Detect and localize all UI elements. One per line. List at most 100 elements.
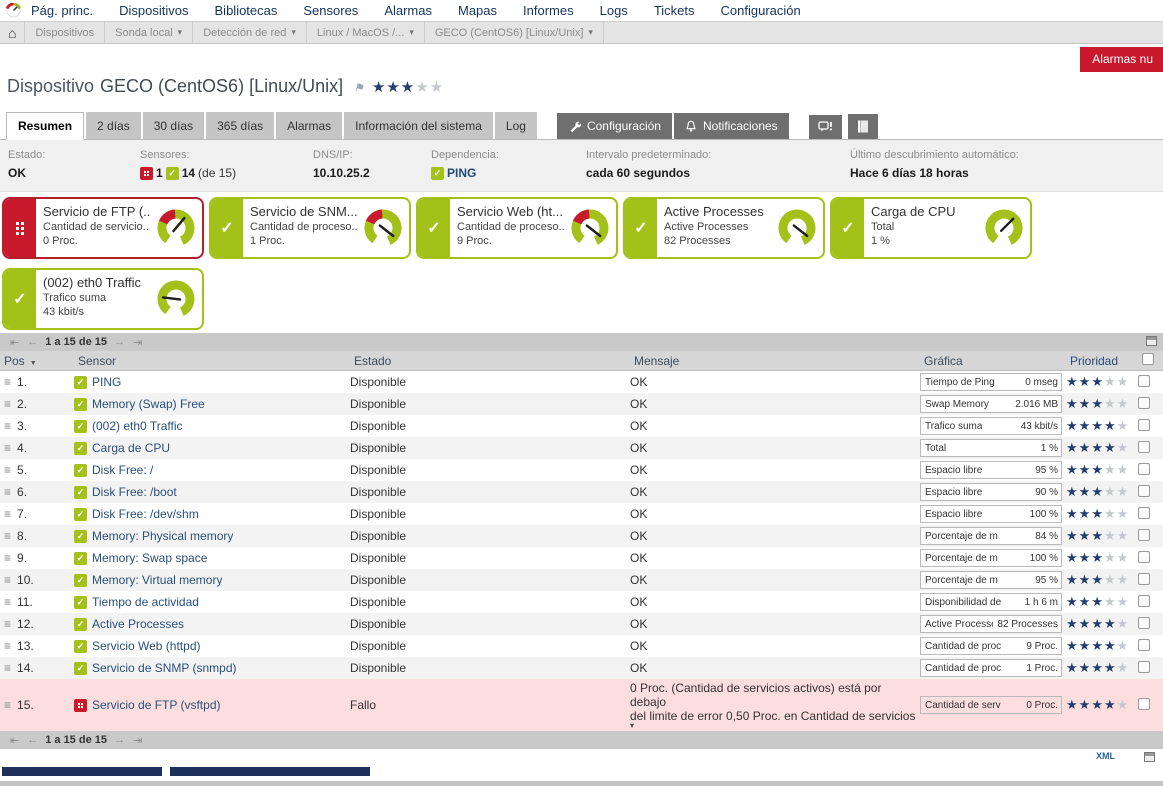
breadcrumb-dispositivos[interactable]: Dispositivos — [25, 22, 106, 43]
nav-item-p-g-princ[interactable]: Pág. princ. — [31, 3, 93, 18]
priority-stars[interactable]: ★★★★★ — [1066, 697, 1138, 713]
sensor-link[interactable]: Active Processes — [92, 617, 184, 631]
drag-handle-icon[interactable]: ≡ — [4, 617, 11, 631]
priority-stars[interactable]: ★★★★★ — [1066, 638, 1138, 654]
tab-device-log[interactable] — [847, 114, 878, 139]
drag-handle-icon[interactable]: ≡ — [4, 507, 11, 521]
row-checkbox[interactable] — [1138, 616, 1150, 629]
tab-log[interactable]: Log — [494, 112, 537, 139]
priority-stars[interactable]: ★★★★★ — [1066, 396, 1138, 412]
priority-stars[interactable]: ★★★★★ — [1066, 418, 1138, 434]
sensor-link[interactable]: Tiempo de actividad — [92, 595, 199, 609]
tab-alarmas[interactable]: Alarmas — [276, 112, 343, 139]
sensor-link[interactable]: Servicio de FTP (vsftpd) — [92, 698, 220, 712]
priority-stars[interactable]: ★★★★★ — [1066, 572, 1138, 588]
prev-page-icon[interactable]: ← — [27, 734, 38, 746]
nav-item-informes[interactable]: Informes — [523, 3, 574, 18]
nav-item-alarmas[interactable]: Alarmas — [384, 3, 432, 18]
row-checkbox[interactable] — [1138, 374, 1150, 387]
tab-2-d-as[interactable]: 2 días — [86, 112, 141, 139]
drag-handle-icon[interactable]: ≡ — [4, 529, 11, 543]
first-page-icon[interactable]: ⇤ — [10, 336, 19, 349]
sensor-link[interactable]: Servicio de SNMP (snmpd) — [92, 661, 237, 675]
priority-stars[interactable]: ★★★★★ — [1066, 374, 1138, 390]
priority-stars[interactable]: ★★★★★ — [1066, 462, 1138, 478]
row-checkbox[interactable] — [1138, 440, 1150, 453]
mini-graph[interactable]: Disponibilidad de 1 h 6 m — [920, 593, 1062, 611]
new-alarms-button[interactable]: Alarmas nu — [1080, 47, 1163, 72]
sensor-link[interactable]: (002) eth0 Traffic — [92, 419, 183, 433]
tab-informaci-n-del-sistema[interactable]: Información del sistema — [344, 112, 493, 139]
breadcrumb-sonda-local[interactable]: Sonda local — [105, 22, 194, 43]
sensor-link[interactable]: Memory: Swap space — [92, 551, 207, 565]
mini-graph[interactable]: Cantidad de serv 0 Proc. — [920, 696, 1062, 714]
tab-comments[interactable] — [808, 115, 842, 139]
mini-graph[interactable]: Porcentaje de m 100 % — [920, 549, 1062, 567]
next-page-icon[interactable]: → — [114, 336, 125, 348]
tab-resumen[interactable]: Resumen — [6, 112, 85, 140]
priority-stars[interactable]: ★★★★★ — [1066, 528, 1138, 544]
row-checkbox[interactable] — [1138, 484, 1150, 497]
drag-handle-icon[interactable]: ≡ — [4, 397, 11, 411]
drag-handle-icon[interactable]: ≡ — [4, 639, 11, 653]
drag-handle-icon[interactable]: ≡ — [4, 698, 11, 712]
priority-stars[interactable]: ★★★★★ — [1066, 506, 1138, 522]
sensor-link[interactable]: Memory: Virtual memory — [92, 573, 222, 587]
header-mensaje[interactable]: Mensaje — [630, 354, 920, 368]
gauge-card-servicio-web-ht[interactable]: ✓ Servicio Web (ht... Cantidad de proceso.… — [416, 197, 618, 259]
tab-30-d-as[interactable]: 30 días — [142, 112, 205, 139]
drag-handle-icon[interactable]: ≡ — [4, 551, 11, 565]
header-pos[interactable]: Pos — [0, 354, 74, 368]
row-checkbox[interactable] — [1138, 660, 1150, 673]
priority-stars[interactable]: ★★★★★ — [1066, 550, 1138, 566]
gauge-card-servicio-de-snm[interactable]: ✓ Servicio de SNM... Cantidad de proceso..… — [209, 197, 411, 259]
drag-handle-icon[interactable]: ≡ — [4, 441, 11, 455]
sensor-link[interactable]: PING — [92, 375, 121, 389]
breadcrumb-detecci-n-de-red[interactable]: Detección de red — [193, 22, 307, 43]
row-checkbox[interactable] — [1138, 697, 1150, 710]
row-checkbox[interactable] — [1138, 418, 1150, 431]
nav-item-dispositivos[interactable]: Dispositivos — [119, 3, 188, 18]
mini-graph[interactable]: Espacio libre 90 % — [920, 483, 1062, 501]
priority-stars[interactable]: ★★★★★ — [1066, 660, 1138, 676]
mini-graph[interactable]: Espacio libre 100 % — [920, 505, 1062, 523]
mini-graph[interactable]: Porcentaje de m 95 % — [920, 571, 1062, 589]
drag-handle-icon[interactable]: ≡ — [4, 661, 11, 675]
row-checkbox[interactable] — [1138, 638, 1150, 651]
gauge-card-active-processes[interactable]: ✓ Active Processes Active Processes 82 Proc… — [623, 197, 825, 259]
mini-graph[interactable]: Cantidad de proc 1 Proc. — [920, 659, 1062, 677]
sensor-link[interactable]: Memory: Physical memory — [92, 529, 233, 543]
first-page-icon[interactable]: ⇤ — [10, 734, 19, 747]
popout-icon[interactable] — [1144, 752, 1155, 762]
nav-item-logs[interactable]: Logs — [600, 3, 628, 18]
sensor-link[interactable]: Disk Free: / — [92, 463, 153, 477]
drag-handle-icon[interactable]: ≡ — [4, 375, 11, 389]
row-checkbox[interactable] — [1138, 462, 1150, 475]
sensor-link[interactable]: Carga de CPU — [92, 441, 170, 455]
sensor-link[interactable]: Disk Free: /dev/shm — [92, 507, 199, 521]
nav-item-bibliotecas[interactable]: Bibliotecas — [215, 3, 278, 18]
mini-graph[interactable]: Trafico suma 43 kbit/s — [920, 417, 1062, 435]
nav-item-configuraci-n[interactable]: Configuración — [721, 3, 801, 18]
breadcrumb-geco-centos6-linux-unix[interactable]: GECO (CentOS6) [Linux/Unix] — [425, 22, 604, 43]
gauge-card-002-eth0-traffic[interactable]: ✓ (002) eth0 Traffic Trafico suma 43 kbit/s — [2, 268, 204, 330]
sensor-link[interactable]: Memory (Swap) Free — [92, 397, 205, 411]
tab-notificaciones[interactable]: Notificaciones — [673, 113, 789, 139]
row-checkbox[interactable] — [1138, 594, 1150, 607]
last-page-icon[interactable]: ⇥ — [133, 734, 142, 747]
drag-handle-icon[interactable]: ≡ — [4, 485, 11, 499]
priority-stars[interactable]: ★★★★★ — [1066, 616, 1138, 632]
header-sensor[interactable]: Sensor — [74, 354, 350, 368]
priority-stars[interactable]: ★★★★★ — [1066, 484, 1138, 500]
xml-export-link[interactable]: XML — [1096, 751, 1115, 761]
gauge-card-carga-de-cpu[interactable]: ✓ Carga de CPU Total 1 % — [830, 197, 1032, 259]
dependency-link[interactable]: PING — [447, 166, 476, 180]
tab-configuraci-n[interactable]: Configuración — [556, 113, 672, 139]
row-checkbox[interactable] — [1138, 528, 1150, 541]
nav-item-tickets[interactable]: Tickets — [654, 3, 695, 18]
mini-graph[interactable]: Swap Memory 2.016 MB — [920, 395, 1062, 413]
sensor-link[interactable]: Servicio Web (httpd) — [92, 639, 201, 653]
drag-handle-icon[interactable]: ≡ — [4, 463, 11, 477]
drag-handle-icon[interactable]: ≡ — [4, 419, 11, 433]
nav-item-mapas[interactable]: Mapas — [458, 3, 497, 18]
